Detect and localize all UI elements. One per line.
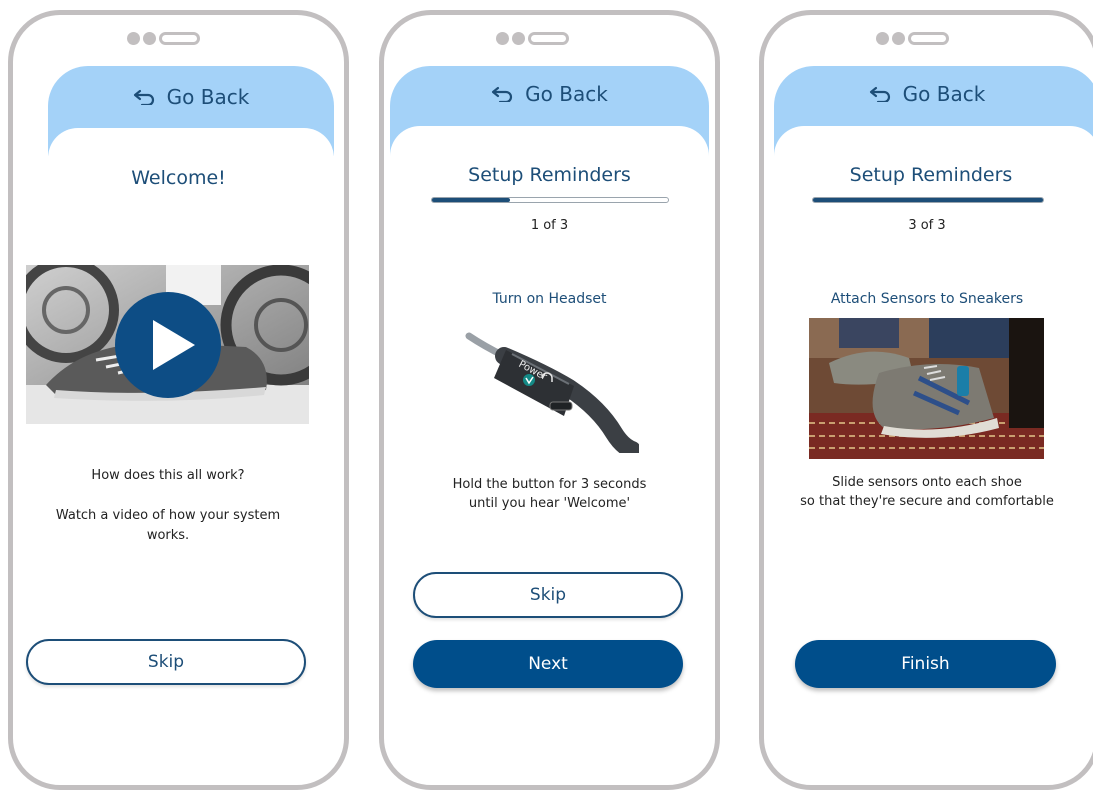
body-instruction-1: Hold the button for 3 seconds (452, 477, 647, 492)
notch-dot (892, 32, 905, 45)
phone-setup-step-3: Go Back Setup Reminders 3 of 3 Attach Se… (759, 10, 1093, 790)
page-title: Setup Reminders (468, 164, 631, 186)
progress-fill (432, 198, 510, 202)
body-instruction-2: until you hear 'Welcome' (468, 496, 631, 511)
body-description: Watch a video of how your system works. (55, 508, 281, 543)
phone-setup-step-1: Go Back Setup Reminders 1 of 3 Turn on H… (379, 10, 720, 790)
progress-bar (812, 197, 1044, 203)
notch-pill (159, 32, 200, 45)
notch-dot (496, 32, 509, 45)
play-button[interactable] (115, 292, 221, 398)
back-arrow-icon (133, 89, 154, 105)
phone-welcome: Go Back Welcome! How does this all work?… (8, 10, 349, 790)
skip-button[interactable]: Skip (413, 572, 683, 618)
notch-dot (127, 32, 140, 45)
header-bar: Go Back (48, 66, 334, 156)
step-indicator: 1 of 3 (530, 218, 569, 233)
go-back-label: Go Back (525, 82, 608, 106)
notch-pill (528, 32, 569, 45)
step-heading: Attach Sensors to Sneakers (830, 291, 1024, 307)
go-back-label: Go Back (166, 85, 250, 109)
header-curve (390, 126, 709, 156)
back-arrow-icon (869, 86, 890, 102)
headset-illustration: Power (465, 332, 641, 459)
header-bar: Go Back (774, 66, 1093, 156)
progress-fill (813, 198, 1043, 202)
notch-dot (143, 32, 156, 45)
step-indicator: 3 of 3 (908, 218, 946, 233)
header-curve (774, 126, 1093, 156)
header-curve (48, 128, 334, 156)
finish-button[interactable]: Finish (795, 640, 1056, 688)
go-back-label: Go Back (902, 82, 986, 106)
back-arrow-icon (492, 86, 513, 102)
sneaker-photo (809, 318, 1044, 459)
step-heading: Turn on Headset (492, 291, 607, 307)
video-player[interactable] (26, 265, 309, 424)
notch-pill (908, 32, 949, 45)
go-back-button[interactable]: Go Back (390, 82, 709, 106)
skip-button[interactable]: Skip (26, 639, 306, 685)
notch-dot (512, 32, 525, 45)
page-title: Setup Reminders (849, 164, 1013, 186)
progress-bar (431, 197, 669, 203)
body-instruction-1: Slide sensors onto each shoe (832, 475, 1022, 490)
headset-image: Power (464, 328, 641, 459)
go-back-button[interactable]: Go Back (774, 82, 1080, 106)
page-title: Welcome! (131, 167, 226, 189)
phone-notch (496, 32, 569, 45)
phone-notch (127, 32, 200, 45)
body-instruction-2: so that they're secure and comfortable (800, 494, 1054, 509)
header-bar: Go Back (390, 66, 709, 156)
go-back-button[interactable]: Go Back (48, 85, 334, 109)
body-question: How does this all work? (91, 468, 245, 483)
notch-dot (876, 32, 889, 45)
next-button[interactable]: Next (413, 640, 683, 688)
phone-notch (876, 32, 949, 45)
sneaker-illustration (809, 318, 1044, 459)
play-icon (153, 320, 195, 370)
